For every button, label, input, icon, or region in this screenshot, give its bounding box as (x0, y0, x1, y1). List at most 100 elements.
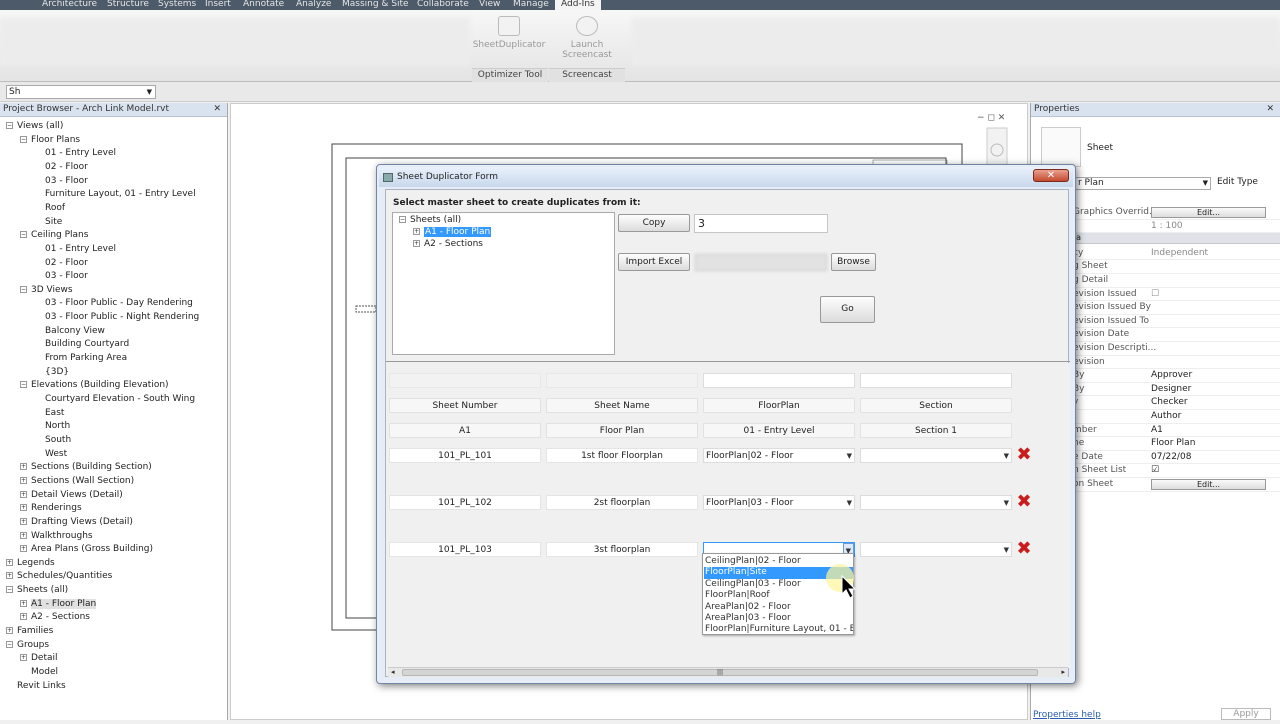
collapse-icon[interactable]: − (20, 381, 27, 389)
tree-item[interactable]: + Detail (20, 652, 58, 665)
tree-item[interactable]: Site (34, 216, 62, 229)
expand-icon[interactable]: + (6, 558, 13, 566)
scroll-thumb[interactable]: ||| (402, 669, 1038, 676)
excel-path-field[interactable] (695, 254, 827, 271)
expand-icon[interactable]: + (6, 572, 13, 580)
type-selector[interactable]: Sh ▼ (6, 85, 156, 99)
floorplan-combo[interactable]: FloorPlan|03 - Floor ▼ (703, 495, 855, 510)
expand-icon[interactable]: + (20, 476, 27, 484)
collapse-icon[interactable]: − (20, 285, 27, 293)
browse-button[interactable]: Browse (831, 253, 876, 271)
tree-item[interactable]: 03 - Floor (34, 175, 88, 188)
dropdown-option[interactable]: AreaPlan|03 - Floor (704, 613, 853, 624)
go-button[interactable]: Go (820, 296, 875, 323)
tree-item[interactable]: − Sheets (all) (6, 584, 68, 597)
chevron-down-icon[interactable]: ▼ (1004, 496, 1009, 510)
expand-icon[interactable]: + (20, 613, 27, 621)
expand-icon[interactable]: + (20, 545, 27, 553)
menu-tab-insert[interactable]: Insert (205, 0, 231, 9)
expand-icon[interactable]: + (20, 463, 27, 471)
tree-item[interactable]: 03 - Floor (34, 270, 88, 283)
sheet-number-input[interactable]: 101_PL_102 (389, 495, 541, 510)
scroll-left-icon[interactable]: ◂ (391, 668, 395, 676)
tree-item[interactable]: − Elevations (Building Elevation) (20, 379, 169, 392)
tree-item[interactable]: 03 - Floor Public - Day Rendering (34, 297, 193, 310)
edit-type-button[interactable]: Edit Type (1217, 177, 1258, 187)
close-icon[interactable]: ✕ (1266, 103, 1274, 116)
expand-icon[interactable]: + (20, 517, 27, 525)
menu-tab-structure[interactable]: Structure (107, 0, 149, 9)
apply-button[interactable]: Apply (1221, 708, 1271, 720)
floorplan-combo[interactable]: FloorPlan|02 - Floor ▼ (703, 448, 855, 463)
tree-item[interactable]: North (34, 420, 70, 433)
expand-icon[interactable]: + (20, 490, 27, 498)
edit-button[interactable]: Edit... (1151, 207, 1266, 218)
tree-item[interactable]: 01 - Entry Level (34, 147, 116, 160)
copy-button[interactable]: Copy (618, 214, 690, 232)
dropdown-option[interactable]: AreaPlan|02 - Floor (704, 602, 853, 613)
menu-tab-manage[interactable]: Manage (513, 0, 549, 9)
menu-tab-annotate[interactable]: Annotate (243, 0, 284, 9)
tree-item[interactable]: + Detail Views (Detail) (20, 489, 123, 502)
close-icon[interactable]: ✕ (213, 103, 221, 116)
tree-item[interactable]: {3D} (34, 366, 69, 379)
tree-item[interactable]: − Floor Plans (20, 134, 80, 147)
tree-item[interactable]: Balcony View (34, 325, 105, 338)
tree-item[interactable]: + Renderings (20, 502, 82, 515)
tree-root[interactable]: − Sheets (all) (399, 215, 461, 225)
chevron-down-icon[interactable]: ▼ (1004, 543, 1009, 557)
collapse-icon[interactable]: − (399, 216, 406, 223)
sheet-name-input[interactable]: 1st floor Floorplan (546, 448, 698, 463)
tree-item[interactable]: + A2 - Sections (20, 611, 90, 624)
menu-tab-massing-site[interactable]: Massing & Site (342, 0, 409, 9)
section-combo[interactable]: ▼ (860, 542, 1012, 557)
sheet-tree[interactable]: − Sheets (all) + A1 - Floor Plan + A2 - Sec… (392, 212, 615, 355)
expand-icon[interactable]: + (20, 504, 27, 512)
tree-item[interactable]: From Parking Area (34, 352, 127, 365)
tree-item[interactable]: + Sections (Wall Section) (20, 475, 134, 488)
collapse-icon[interactable]: − (20, 231, 27, 239)
menu-tab-systems[interactable]: Systems (158, 0, 196, 9)
expand-icon[interactable]: + (6, 627, 13, 635)
sheet-duplicator-button[interactable]: SheetDuplicator (472, 12, 546, 62)
tree-item[interactable]: + Sections (Building Section) (20, 461, 152, 474)
expand-icon[interactable]: + (20, 654, 27, 662)
menu-tab-collaborate[interactable]: Collaborate (417, 0, 469, 9)
tree-item[interactable]: 02 - Floor (34, 161, 88, 174)
collapse-icon[interactable]: − (6, 122, 13, 129)
tree-item[interactable]: − Ceiling Plans (20, 229, 88, 242)
tree-item[interactable]: − Views (all) (6, 120, 63, 133)
collapse-icon[interactable]: − (6, 586, 13, 594)
tree-item[interactable]: + A2 - Sections (413, 239, 483, 249)
tree-item[interactable]: Furniture Layout, 01 - Entry Level (34, 188, 196, 201)
expand-icon[interactable]: + (413, 228, 420, 235)
tree-item[interactable]: Courtyard Elevation - South Wing (34, 393, 195, 406)
expand-icon[interactable]: + (20, 599, 27, 607)
menu-tab-architecture[interactable]: Architecture (42, 0, 97, 9)
tree-item[interactable]: Roof (34, 202, 65, 215)
tree-item[interactable]: West (34, 448, 67, 461)
instance-filter[interactable]: r Plan ▼ (1075, 177, 1211, 190)
section-combo[interactable]: ▼ (860, 495, 1012, 510)
delete-row-icon[interactable]: ✖ (1016, 446, 1032, 464)
tree-item[interactable]: + Families (6, 625, 53, 638)
tree-item[interactable]: South (34, 434, 71, 447)
sheet-number-input[interactable]: 101_PL_101 (389, 448, 541, 463)
sheet-name-input[interactable]: 3st floorplan (546, 542, 698, 557)
chevron-down-icon[interactable]: ▼ (847, 449, 852, 463)
tree-item[interactable]: − Groups (6, 639, 49, 652)
expand-icon[interactable]: + (413, 240, 420, 247)
tree-item[interactable]: + A1 - Floor Plan (20, 598, 97, 611)
tree-item[interactable]: East (34, 407, 64, 420)
chevron-down-icon[interactable]: ▼ (1004, 449, 1009, 463)
menu-tab-view[interactable]: View (479, 0, 500, 9)
tree-item[interactable]: −3D Views (20, 284, 73, 297)
section-combo[interactable]: ▼ (860, 448, 1012, 463)
tree-item[interactable]: 01 - Entry Level (34, 243, 116, 256)
copy-count-input[interactable]: 3 (694, 214, 828, 233)
tree-item[interactable]: + Area Plans (Gross Building) (20, 543, 153, 556)
menu-tab-add-ins[interactable]: Add-Ins (555, 0, 601, 10)
tree-item[interactable]: + Legends (6, 557, 55, 570)
tree-item[interactable]: 02 - Floor (34, 257, 88, 270)
import-excel-button[interactable]: Import Excel (618, 253, 690, 271)
